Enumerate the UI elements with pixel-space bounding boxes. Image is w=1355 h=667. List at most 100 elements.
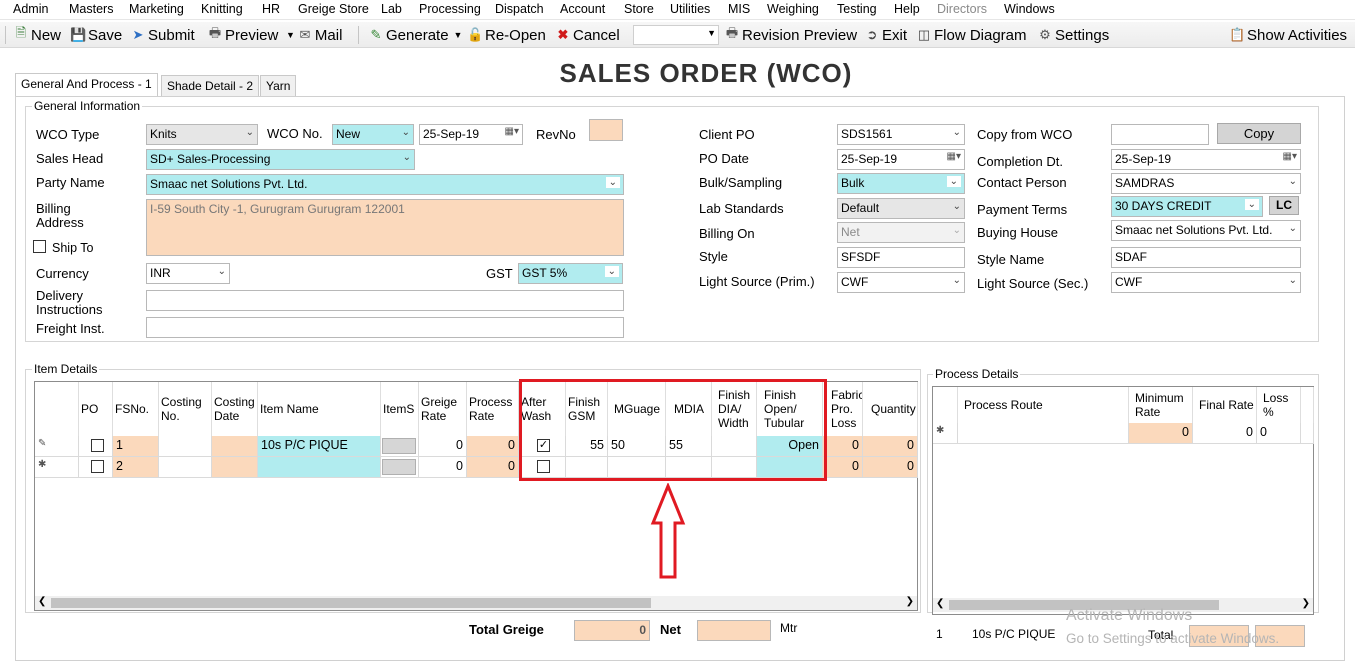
menu-greige-store[interactable]: Greige Store (298, 2, 369, 16)
menu-marketing[interactable]: Marketing (129, 2, 184, 16)
po-date-picker[interactable]: 25-Sep-19 ▦▾ (837, 149, 965, 170)
menu-knitting[interactable]: Knitting (201, 2, 243, 16)
generate-button[interactable]: ✎ Generate ▼ (368, 25, 463, 45)
tab-shade-detail[interactable]: Shade Detail - 2 (161, 75, 260, 96)
delivery-instructions-field[interactable] (146, 290, 624, 311)
po-checkbox[interactable] (91, 439, 104, 452)
revno-field[interactable] (589, 119, 623, 141)
sales-head-select[interactable]: SD+ Sales-Processing ⌄ (146, 149, 415, 170)
reopen-button[interactable]: 🔓 Re-Open (467, 25, 546, 45)
table-row-po-cell[interactable] (79, 457, 113, 478)
col-header-process-rate[interactable]: Process Rate (467, 382, 519, 436)
scroll-left-icon[interactable]: ❮ (936, 598, 944, 609)
style-name-field[interactable]: SDAF (1111, 247, 1301, 268)
fsno-cell[interactable]: 2 (113, 457, 159, 478)
col-header-po[interactable]: PO (79, 382, 113, 436)
gst-select[interactable]: GST 5% ⌄ (518, 263, 623, 284)
tab-yarn[interactable]: Yarn (260, 75, 297, 96)
menu-admin[interactable]: Admin (13, 2, 48, 16)
minimum-rate-cell[interactable]: 0 (1129, 423, 1193, 444)
lc-button[interactable]: LC (1269, 196, 1299, 215)
process-rate-cell[interactable]: 0 (467, 436, 519, 457)
col-header-fabric-pro-loss[interactable]: Fabric Pro. Loss (823, 382, 863, 436)
col-header-process-route[interactable]: Process Route (958, 387, 1129, 423)
po-checkbox[interactable] (91, 460, 104, 473)
wco-type-select[interactable]: Knits ⌄ (146, 124, 258, 145)
table-row-po-cell[interactable] (79, 436, 113, 457)
costing-date-cell[interactable] (212, 436, 258, 457)
copy-from-wco-field[interactable] (1111, 124, 1209, 145)
col-header-costing-date[interactable]: Costing Date (212, 382, 258, 436)
new-button[interactable]: 🗎 New (13, 25, 61, 45)
completion-date-picker[interactable]: 25-Sep-19 ▦▾ (1111, 149, 1301, 170)
quantity-cell[interactable]: 0 (863, 436, 918, 457)
fsno-cell[interactable]: 1 (113, 436, 159, 457)
preview-button[interactable]: 🖶 Preview (207, 25, 279, 45)
currency-select[interactable]: INR ⌄ (146, 263, 230, 284)
col-header-items[interactable]: ItemS (381, 382, 419, 436)
col-header-final-rate[interactable]: Final Rate (1193, 387, 1257, 423)
fabric-loss-cell[interactable]: 0 (823, 436, 863, 457)
tab-general-and-process[interactable]: General And Process - 1 (15, 73, 158, 97)
costing-no-cell[interactable] (159, 436, 212, 457)
save-button[interactable]: 💾 Save (70, 25, 122, 45)
menu-processing[interactable]: Processing (419, 2, 481, 16)
process-route-cell[interactable] (958, 423, 1129, 444)
menu-mis[interactable]: MIS (728, 2, 750, 16)
scroll-thumb[interactable] (51, 598, 651, 608)
col-header-costing-no[interactable]: Costing No. (159, 382, 212, 436)
greige-rate-cell[interactable]: 0 (419, 436, 467, 457)
items-cell[interactable] (381, 436, 419, 457)
client-po-select[interactable]: SDS1561 ⌄ (837, 124, 965, 145)
greige-rate-cell[interactable]: 0 (419, 457, 467, 478)
final-rate-cell[interactable]: 0 (1193, 423, 1257, 444)
menu-testing[interactable]: Testing (837, 2, 877, 16)
scroll-right-icon[interactable]: ❯ (906, 596, 914, 607)
menu-weighing[interactable]: Weighing (767, 2, 819, 16)
menu-windows[interactable]: Windows (1004, 2, 1055, 16)
col-header-minimum-rate[interactable]: Minimum Rate (1129, 387, 1193, 423)
settings-button[interactable]: ⚙ Settings (1037, 25, 1109, 45)
menu-lab[interactable]: Lab (381, 2, 402, 16)
party-name-select[interactable]: Smaac net Solutions Pvt. Ltd. ⌄ (146, 174, 624, 195)
light-source-sec-select[interactable]: CWF ⌄ (1111, 272, 1301, 293)
wco-no-select[interactable]: New ⌄ (332, 124, 414, 145)
col-header-truncated[interactable] (1301, 387, 1314, 423)
menu-hr[interactable]: HR (262, 2, 280, 16)
billing-on-select[interactable]: Net ⌄ (837, 222, 965, 243)
costing-date-cell[interactable] (212, 457, 258, 478)
buying-house-select[interactable]: Smaac net Solutions Pvt. Ltd. ⌄ (1111, 220, 1301, 241)
menu-help[interactable]: Help (894, 2, 920, 16)
exit-button[interactable]: ➲ Exit (864, 25, 907, 45)
ship-to-checkbox[interactable] (33, 240, 46, 253)
style-field[interactable]: SFSDF (837, 247, 965, 268)
revision-preview-button[interactable]: 🖶 Revision Preview (724, 25, 857, 45)
col-header-quantity[interactable]: Quantity (863, 382, 918, 436)
menu-masters[interactable]: Masters (69, 2, 113, 16)
col-header-fsno[interactable]: FSNo. (113, 382, 159, 436)
bulk-sampling-select[interactable]: Bulk ⌄ (837, 173, 965, 194)
contact-person-select[interactable]: SAMDRAS ⌄ (1111, 173, 1301, 194)
cancel-button[interactable]: ✖ Cancel (555, 25, 620, 45)
loss-percent-cell[interactable]: 0 (1257, 423, 1301, 444)
copy-button[interactable]: Copy (1217, 123, 1301, 144)
process-rate-cell[interactable]: 0 (467, 457, 519, 478)
lab-standards-select[interactable]: Default ⌄ (837, 198, 965, 219)
menu-store[interactable]: Store (624, 2, 654, 16)
toolbar-combo[interactable]: ▼ (633, 25, 719, 45)
item-name-cell[interactable] (258, 457, 381, 478)
col-header-loss-percent[interactable]: Loss % (1257, 387, 1301, 423)
scroll-right-icon[interactable]: ❯ (1302, 598, 1310, 609)
scroll-left-icon[interactable]: ❮ (38, 596, 46, 607)
light-source-prim-select[interactable]: CWF ⌄ (837, 272, 965, 293)
fabric-loss-cell[interactable]: 0 (823, 457, 863, 478)
col-header-item-name[interactable]: Item Name (258, 382, 381, 436)
submit-button[interactable]: ➤ Submit (130, 25, 195, 45)
menu-directors[interactable]: Directors (937, 2, 987, 16)
truncated-cell[interactable] (1301, 423, 1314, 444)
item-name-cell[interactable]: 10s P/C PIQUE (258, 436, 381, 457)
col-header-greige-rate[interactable]: Greige Rate (419, 382, 467, 436)
billing-address-field[interactable]: I-59 South City -1, Gurugram Gurugram 12… (146, 199, 624, 256)
menu-dispatch[interactable]: Dispatch (495, 2, 544, 16)
menu-account[interactable]: Account (560, 2, 605, 16)
